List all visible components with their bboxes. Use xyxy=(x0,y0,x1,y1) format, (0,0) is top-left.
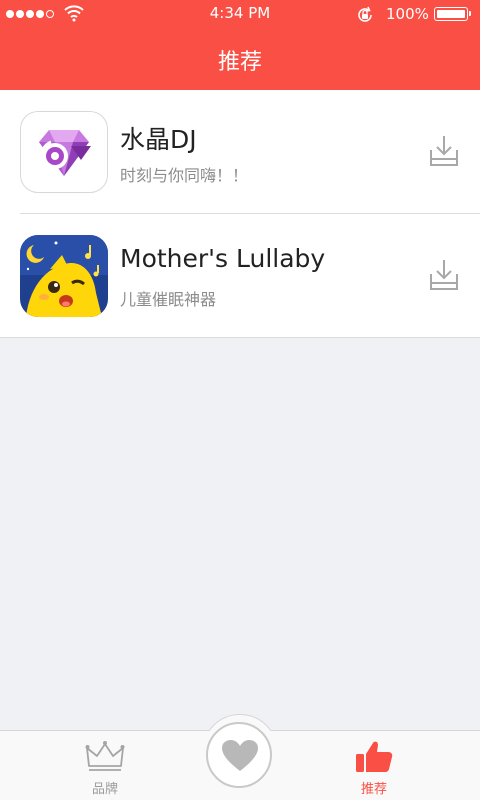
row-divider xyxy=(0,337,480,338)
list-item[interactable]: 水晶DJ 时刻与你同嗨！！ xyxy=(0,90,480,214)
battery-percentage: 100% xyxy=(386,5,429,23)
app-description: 时刻与你同嗨！！ xyxy=(120,166,249,185)
rotation-lock-icon xyxy=(358,6,372,22)
battery-icon xyxy=(434,7,471,21)
tab-label: 推荐 xyxy=(360,782,387,797)
download-icon[interactable] xyxy=(428,134,460,168)
app-name: 水晶DJ xyxy=(120,125,197,154)
navigation-bar: 推荐 xyxy=(0,28,480,90)
tab-label: 品牌 xyxy=(91,782,118,797)
tab-recommend[interactable]: 推荐 xyxy=(324,730,424,800)
list-item[interactable]: Mother's Lullaby 儿童催眠神器 xyxy=(0,214,480,338)
crystal-dj-icon xyxy=(20,111,108,193)
app-list: 水晶DJ 时刻与你同嗨！！ Mother's Lullaby 儿童催眠神器 xyxy=(0,90,480,338)
app-name: Mother's Lullaby xyxy=(120,244,326,273)
app-description: 儿童催眠神器 xyxy=(120,290,217,309)
download-icon[interactable] xyxy=(428,258,460,292)
battery-level-fill xyxy=(437,10,465,18)
crown-icon xyxy=(85,741,125,771)
heart-icon xyxy=(222,740,258,771)
mothers-lullaby-icon xyxy=(20,235,108,317)
tab-brand[interactable]: 品牌 xyxy=(55,730,155,800)
favorites-center-button[interactable] xyxy=(206,722,272,788)
status-bar: 4:34 PM 100% xyxy=(0,0,480,28)
page-title: 推荐 xyxy=(217,50,262,75)
thumbs-up-icon xyxy=(356,741,393,772)
